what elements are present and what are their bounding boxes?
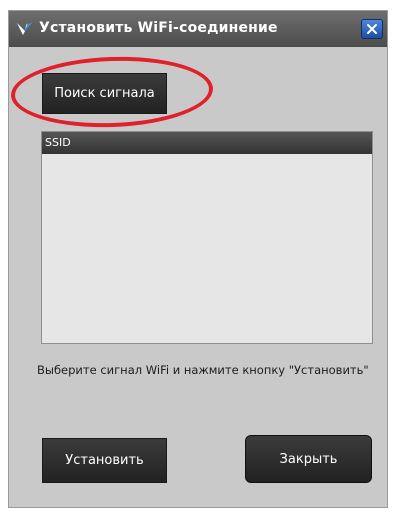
install-button[interactable]: Установить [42, 438, 167, 483]
close-icon [366, 20, 378, 39]
wifi-dialog: Установить WiFi-соединение Поиск сигнала… [8, 10, 388, 508]
ssid-column-header[interactable]: SSID [42, 132, 372, 154]
window-title: Установить WiFi-соединение [39, 20, 278, 36]
ssid-list[interactable]: SSID [41, 131, 373, 344]
close-button[interactable]: Закрыть [245, 435, 372, 483]
title-bar[interactable]: Установить WiFi-соединение [9, 11, 387, 47]
close-window-button[interactable] [361, 19, 383, 39]
search-signal-button[interactable]: Поиск сигнала [42, 73, 167, 114]
instruction-text: Выберите сигнал WiFi и нажмите кнопку "У… [37, 363, 369, 377]
app-logo-icon [16, 21, 34, 37]
